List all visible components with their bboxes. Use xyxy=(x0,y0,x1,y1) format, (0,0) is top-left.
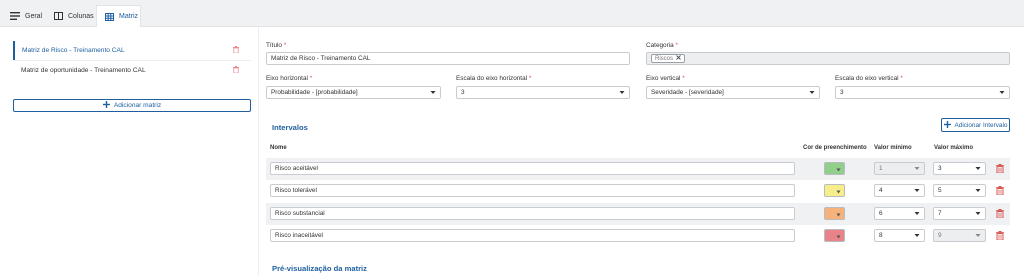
trash-icon[interactable] xyxy=(996,209,1004,220)
scale-h-label: Escala do eixo horizontal * xyxy=(456,75,532,82)
interval-name-input[interactable]: Risco tolerável xyxy=(270,184,795,197)
preview-title: Pré-visualização da matriz xyxy=(272,264,367,273)
interval-name-input[interactable]: Risco substancial xyxy=(270,207,795,220)
min-value-select[interactable]: 1 xyxy=(874,162,925,175)
chevron-down-icon xyxy=(836,212,841,219)
trash-icon[interactable] xyxy=(996,164,1004,175)
close-icon[interactable] xyxy=(676,55,681,62)
chevron-down-icon xyxy=(836,189,841,196)
matrix-item[interactable]: Matriz de oportunidade - Treinamento CAL xyxy=(13,61,251,80)
add-interval-label: Adicionar Intervalo xyxy=(954,121,1008,129)
title-input[interactable]: Matriz de Risco - Treinamento CAL xyxy=(266,52,630,65)
plus-icon xyxy=(102,101,110,110)
col-header-name: Nome xyxy=(270,145,287,151)
col-header-min: Valor mínimo xyxy=(874,145,912,151)
grid-icon xyxy=(105,12,114,21)
col-header-color: Cor de preenchimento xyxy=(803,145,867,151)
chevron-down-icon xyxy=(975,233,981,240)
color-picker[interactable] xyxy=(824,184,845,197)
add-matrix-label: Adicionar matriz xyxy=(113,102,162,109)
title-label: Título * xyxy=(266,42,287,49)
chevron-down-icon xyxy=(999,90,1005,97)
scale-v-select[interactable]: 3 xyxy=(835,86,1010,99)
axis-h-select[interactable]: Probabilidade - [probabilidade] xyxy=(266,86,441,99)
chevron-down-icon xyxy=(975,188,981,195)
interval-name-input[interactable]: Risco aceitável xyxy=(270,162,795,175)
intervals-title: Intervalos xyxy=(272,123,308,132)
list-icon xyxy=(10,12,20,20)
chevron-down-icon xyxy=(430,90,436,97)
plus-icon xyxy=(943,120,951,130)
matrix-item[interactable]: Matriz de Risco - Treinamento CAL xyxy=(13,41,251,60)
trash-icon[interactable] xyxy=(233,46,239,55)
axis-v-label: Eixo vertical * xyxy=(646,75,685,82)
tab-bar: Geral Colunas Matriz xyxy=(0,0,1024,28)
col-header-max: Valor máximo xyxy=(934,145,974,151)
chevron-down-icon xyxy=(914,166,920,173)
trash-icon[interactable] xyxy=(233,66,239,75)
interval-name-input[interactable]: Risco inaceitável xyxy=(270,229,795,242)
min-value-select[interactable]: 6 xyxy=(874,207,925,220)
chevron-down-icon xyxy=(975,166,981,173)
max-value-select[interactable]: 5 xyxy=(933,184,986,197)
scale-h-select[interactable]: 3 xyxy=(456,86,630,99)
axis-v-select[interactable]: Severidade - [severidade] xyxy=(646,86,820,99)
columns-icon xyxy=(54,12,63,20)
matrix-item-label: Matriz de oportunidade - Treinamento CAL xyxy=(21,67,146,74)
category-label: Categoria * xyxy=(646,42,678,49)
tab-colunas[interactable]: Colunas xyxy=(46,5,102,27)
axis-h-label: Eixo horizontal * xyxy=(266,75,313,82)
chevron-down-icon xyxy=(619,90,625,97)
tab-geral-label: Geral xyxy=(25,12,43,20)
category-chip[interactable]: Riscos xyxy=(651,54,686,63)
max-value-select[interactable]: 7 xyxy=(933,207,986,220)
matrix-item-label: Matriz de Risco - Treinamento CAL xyxy=(22,47,125,54)
add-interval-button[interactable]: Adicionar Intervalo xyxy=(941,118,1010,132)
trash-icon[interactable] xyxy=(996,186,1004,197)
max-value-select[interactable]: 3 xyxy=(933,162,986,175)
min-value-select[interactable]: 4 xyxy=(874,184,925,197)
chevron-down-icon xyxy=(836,167,841,174)
tab-matriz-label: Matriz xyxy=(119,13,139,20)
max-value-select[interactable]: 9 xyxy=(933,229,986,242)
tab-geral[interactable]: Geral xyxy=(2,5,50,27)
min-value-select[interactable]: 8 xyxy=(874,229,925,242)
chevron-down-icon xyxy=(914,211,920,218)
color-picker[interactable] xyxy=(824,207,845,220)
scale-v-label: Escala do eixo vertical * xyxy=(835,75,903,82)
chevron-down-icon xyxy=(836,234,841,241)
color-picker[interactable] xyxy=(824,162,845,175)
category-field[interactable]: Riscos xyxy=(646,52,1010,65)
trash-icon[interactable] xyxy=(996,231,1004,242)
tab-matriz[interactable]: Matriz xyxy=(96,5,141,28)
chevron-down-icon xyxy=(975,211,981,218)
chevron-down-icon xyxy=(914,188,920,195)
add-matrix-button[interactable]: Adicionar matriz xyxy=(13,99,251,112)
chevron-down-icon xyxy=(809,90,815,97)
chevron-down-icon xyxy=(914,233,920,240)
color-picker[interactable] xyxy=(824,229,845,242)
tab-colunas-label: Colunas xyxy=(68,12,94,20)
